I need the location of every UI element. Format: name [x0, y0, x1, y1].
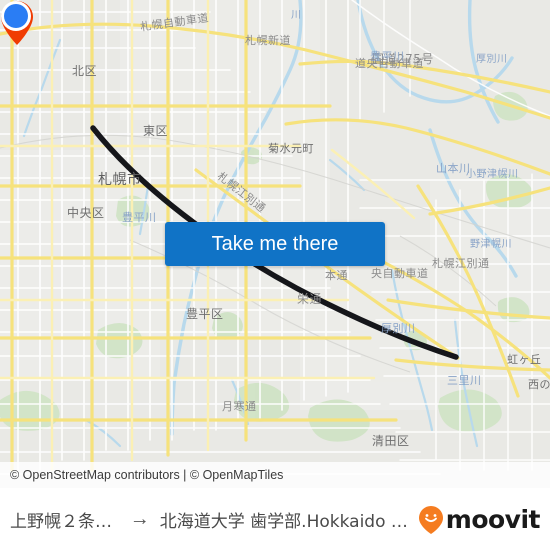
moovit-logo[interactable]: moovit [418, 505, 541, 535]
moovit-route-screen: .rd { stroke:#ffffff; fill:none; stroke-… [0, 0, 550, 550]
map-canvas[interactable]: .rd { stroke:#ffffff; fill:none; stroke-… [0, 0, 550, 488]
take-me-there-label: Take me there [211, 232, 339, 255]
destination-name: 北海道大学 歯学部.Hokkaido Univ… [159, 512, 410, 532]
route-footer: 上野幌２条１… → 北海道大学 歯学部.Hokkaido Univ… moovi… [0, 488, 550, 550]
moovit-wordmark: moovit [445, 505, 541, 534]
take-me-there-button[interactable]: Take me there [165, 222, 385, 266]
arrow-right-icon: → [129, 508, 150, 530]
moovit-pin-icon [418, 505, 443, 534]
attribution-text: © OpenStreetMap contributors | © OpenMap… [10, 468, 284, 482]
map-attribution: © OpenStreetMap contributors | © OpenMap… [0, 462, 550, 488]
origin-dot-icon[interactable] [0, 0, 32, 32]
origin-name: 上野幌２条１… [10, 512, 120, 532]
